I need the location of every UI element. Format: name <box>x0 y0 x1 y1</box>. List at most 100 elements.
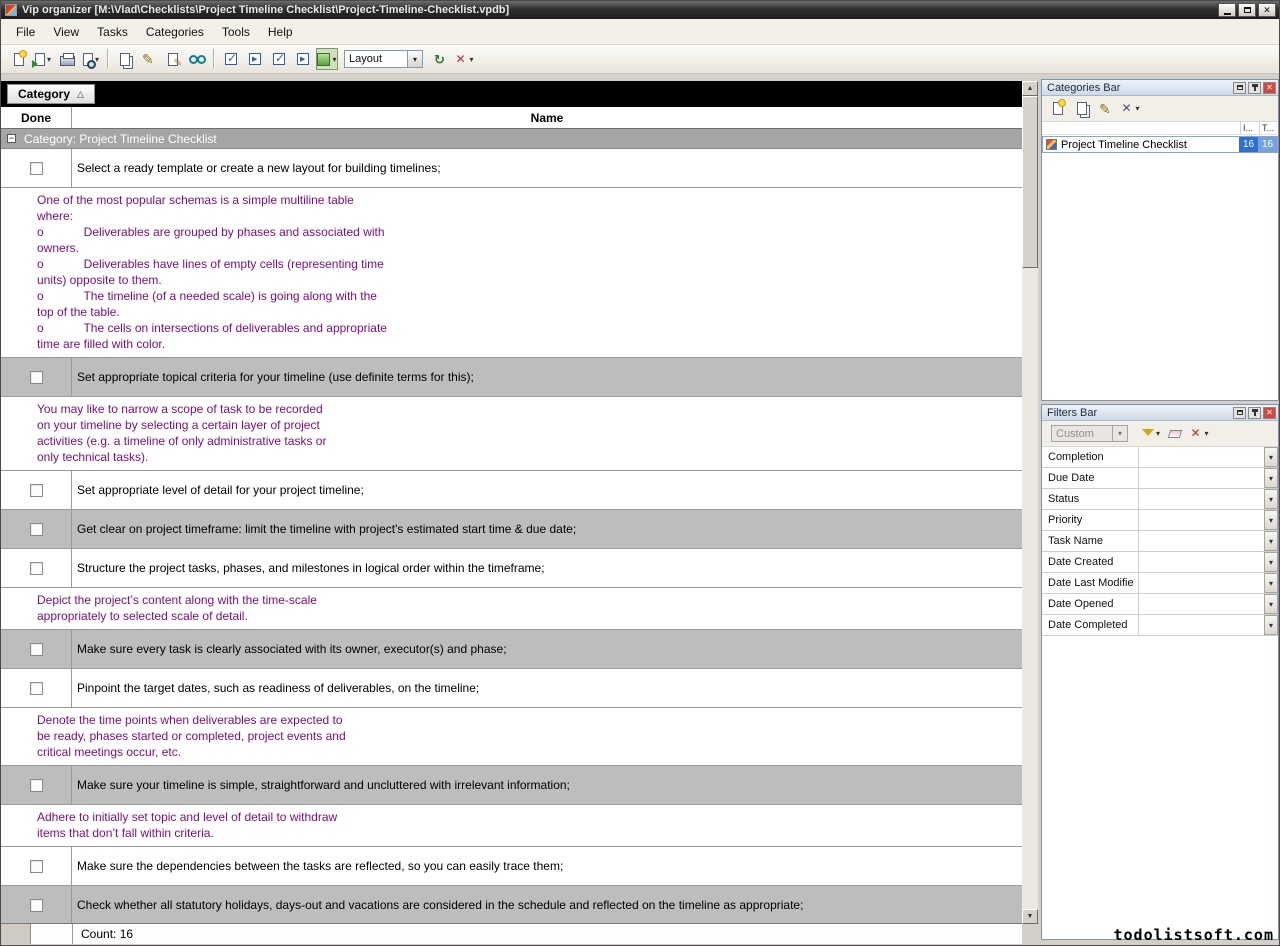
filter-dropdown-icon[interactable]: ▾ <box>1264 552 1278 572</box>
vertical-scrollbar[interactable]: ▲ ▼ <box>1022 81 1038 924</box>
collapse-icon[interactable]: − <box>7 134 16 143</box>
categories-column-1[interactable]: I... <box>1240 122 1259 134</box>
task-row[interactable]: Check whether all statutory holidays, da… <box>1 886 1022 923</box>
column-header-name[interactable]: Name <box>72 107 1022 128</box>
filter-dropdown-icon[interactable]: ▾ <box>1264 447 1278 467</box>
filter-row-due-date[interactable]: Due Date▾ <box>1042 468 1278 489</box>
scroll-up-icon[interactable]: ▲ <box>1022 81 1038 96</box>
task-row[interactable]: Make sure the dependencies between the t… <box>1 847 1022 886</box>
filter-value[interactable] <box>1139 447 1264 467</box>
task-forward-button[interactable] <box>244 48 266 70</box>
edit-note-button[interactable] <box>162 48 184 70</box>
menu-help[interactable]: Help <box>259 21 302 43</box>
save-filter-button[interactable]: ▾ <box>1140 423 1162 445</box>
filter-value[interactable] <box>1139 489 1264 509</box>
filter-dropdown-icon[interactable]: ▾ <box>1264 573 1278 593</box>
menu-tasks[interactable]: Tasks <box>88 21 137 43</box>
filter-dropdown-icon[interactable]: ▾ <box>1264 594 1278 614</box>
filter-row-priority[interactable]: Priority▾ <box>1042 510 1278 531</box>
complete-task-button[interactable] <box>220 48 242 70</box>
delete-category-button[interactable]: ▾ <box>1119 98 1141 120</box>
categories-pin-button[interactable] <box>1248 82 1261 94</box>
task-checkbox[interactable] <box>30 562 43 575</box>
copy-button[interactable] <box>114 48 136 70</box>
task-row[interactable]: Make sure your timeline is simple, strai… <box>1 766 1022 805</box>
filter-dropdown-icon[interactable]: ▾ <box>1264 468 1278 488</box>
categories-column-2[interactable]: T... <box>1259 122 1278 134</box>
task-checkbox[interactable] <box>30 860 43 873</box>
category-item[interactable]: Project Timeline Checklist 16 16 <box>1042 136 1278 153</box>
new-item-button[interactable] <box>8 48 30 70</box>
task-row[interactable]: Set appropriate topical criteria for you… <box>1 358 1022 397</box>
task-row[interactable]: Make sure every task is clearly associat… <box>1 630 1022 669</box>
refresh-view-button[interactable] <box>429 48 451 70</box>
filter-dropdown-icon[interactable]: ▾ <box>1264 531 1278 551</box>
delete-filter-button[interactable]: ▾ <box>1188 423 1210 445</box>
filter-value[interactable] <box>1139 615 1264 635</box>
filter-value[interactable] <box>1139 594 1264 614</box>
task-row[interactable]: Pinpoint the target dates, such as readi… <box>1 669 1022 708</box>
filter-value[interactable] <box>1139 552 1264 572</box>
task-checkbox[interactable] <box>30 899 43 912</box>
assign-task-button[interactable] <box>292 48 314 70</box>
new-subcategory-button[interactable] <box>1071 98 1093 120</box>
layout-combobox[interactable]: Layout ▾ <box>344 50 423 68</box>
open-item-button[interactable]: ▾ <box>32 48 54 70</box>
menu-tools[interactable]: Tools <box>213 21 259 43</box>
filter-dropdown-icon[interactable]: ▾ <box>1264 615 1278 635</box>
filter-value[interactable] <box>1139 531 1264 551</box>
filter-value[interactable] <box>1139 573 1264 593</box>
task-checkbox[interactable] <box>30 643 43 656</box>
new-category-button[interactable] <box>1047 98 1069 120</box>
edit-button[interactable] <box>138 48 160 70</box>
filter-value[interactable] <box>1139 510 1264 530</box>
print-preview-button[interactable]: ▾ <box>80 48 102 70</box>
menu-file[interactable]: File <box>7 21 44 43</box>
layout-combobox-value[interactable]: Layout <box>344 50 408 68</box>
approve-task-button[interactable] <box>268 48 290 70</box>
menu-categories[interactable]: Categories <box>137 21 213 43</box>
filter-row-task-name[interactable]: Task Name▾ <box>1042 531 1278 552</box>
task-checkbox[interactable] <box>30 523 43 536</box>
category-sort-button[interactable]: Category △ <box>7 84 95 104</box>
maximize-button[interactable] <box>1238 3 1256 17</box>
edit-category-button[interactable] <box>1095 98 1117 120</box>
filter-row-completion[interactable]: Completion▾ <box>1042 447 1278 468</box>
task-row[interactable]: Structure the project tasks, phases, and… <box>1 549 1022 588</box>
minimize-button[interactable] <box>1218 3 1236 17</box>
view-mode-button[interactable]: ▾ <box>316 48 338 70</box>
filter-dropdown-icon[interactable]: ▾ <box>1264 489 1278 509</box>
filter-value[interactable] <box>1139 468 1264 488</box>
filter-dropdown-icon[interactable]: ▾ <box>1264 510 1278 530</box>
close-button[interactable]: ✕ <box>1258 3 1276 17</box>
categories-maximize-button[interactable] <box>1233 82 1246 94</box>
categories-close-button[interactable]: ✕ <box>1263 82 1276 94</box>
filter-row-date-created[interactable]: Date Created▾ <box>1042 552 1278 573</box>
combobox-arrow-icon[interactable]: ▾ <box>407 50 423 68</box>
filter-preset-value[interactable]: Custom <box>1051 425 1113 442</box>
scrollbar-thumb[interactable] <box>1022 96 1038 268</box>
delete-view-button[interactable]: ▾ <box>453 48 475 70</box>
filter-row-date-completed[interactable]: Date Completed▾ <box>1042 615 1278 636</box>
task-checkbox[interactable] <box>30 779 43 792</box>
scroll-down-icon[interactable]: ▼ <box>1022 909 1038 924</box>
column-header-done[interactable]: Done <box>1 107 72 128</box>
combobox-arrow-icon[interactable]: ▾ <box>1112 425 1128 442</box>
reading-pane-button[interactable] <box>186 48 208 70</box>
task-row[interactable]: Get clear on project timeframe: limit th… <box>1 510 1022 549</box>
filter-row-date-last-modifie[interactable]: Date Last Modifie▾ <box>1042 573 1278 594</box>
filters-close-button[interactable]: ✕ <box>1263 407 1276 419</box>
print-button[interactable] <box>56 48 78 70</box>
filter-preset-combobox[interactable]: Custom ▾ <box>1051 425 1128 442</box>
filter-row-status[interactable]: Status▾ <box>1042 489 1278 510</box>
task-row[interactable]: Select a ready template or create a new … <box>1 149 1022 188</box>
task-checkbox[interactable] <box>30 484 43 497</box>
task-checkbox[interactable] <box>30 371 43 384</box>
task-row[interactable]: Set appropriate level of detail for your… <box>1 471 1022 510</box>
task-checkbox[interactable] <box>30 162 43 175</box>
filters-pin-button[interactable] <box>1248 407 1261 419</box>
filters-maximize-button[interactable] <box>1233 407 1246 419</box>
task-checkbox[interactable] <box>30 682 43 695</box>
clear-filter-button[interactable] <box>1164 423 1186 445</box>
menu-view[interactable]: View <box>44 21 88 43</box>
